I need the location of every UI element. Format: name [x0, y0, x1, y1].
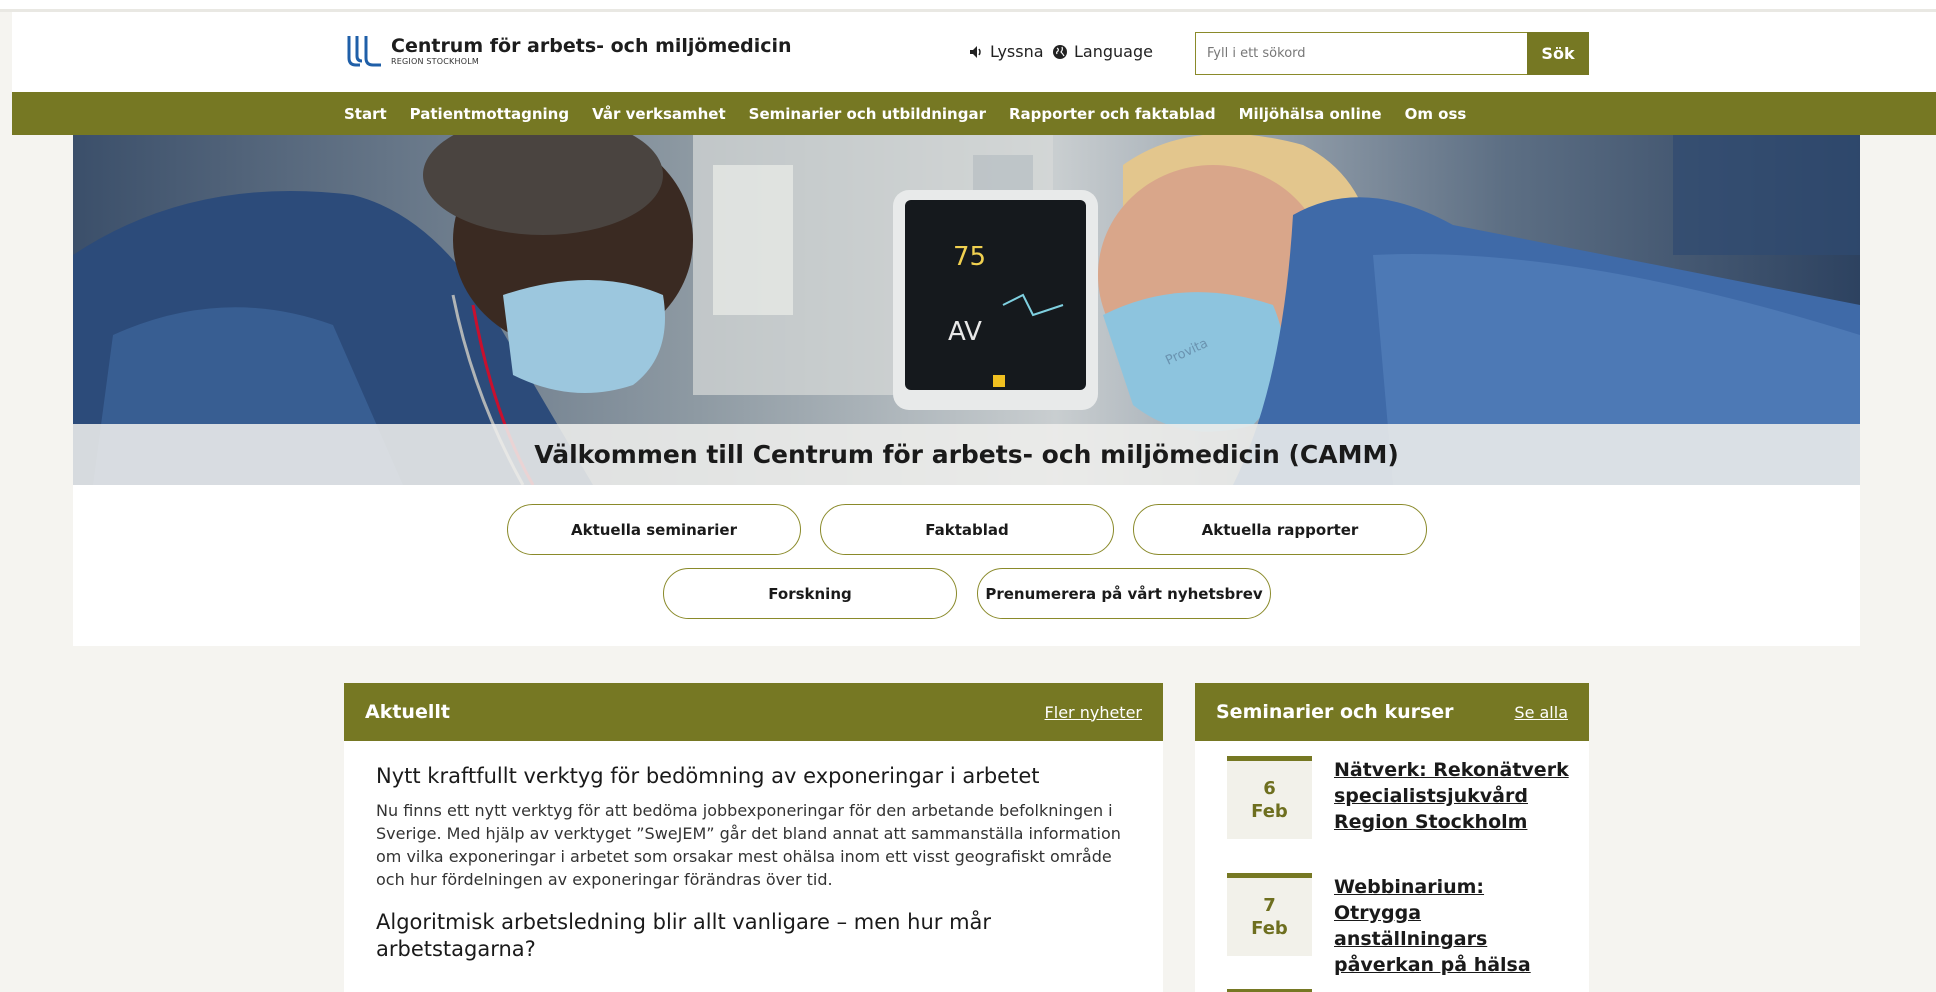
- nav-item-start[interactable]: Start: [344, 105, 387, 123]
- search-input[interactable]: [1195, 32, 1527, 75]
- news-item-text: Nu finns ett nytt verktyg för att bedöma…: [376, 801, 1121, 889]
- date-day: 6: [1263, 778, 1276, 799]
- search-button[interactable]: Sök: [1527, 32, 1589, 75]
- language-label: Language: [1074, 42, 1153, 61]
- seminars-heading: Seminarier och kurser: [1216, 701, 1454, 723]
- hero-title: Välkommen till Centrum för arbets- och m…: [534, 440, 1399, 469]
- news-item-title: Algoritmisk arbetsledning blir allt vanl…: [376, 910, 992, 961]
- seminar-item[interactable]: 6 Feb Nätverk: Rekonätverk specialistsju…: [1195, 741, 1589, 858]
- monitor-value: 75: [953, 242, 986, 272]
- main-navigation: Start Patientmottagning Vår verksamhet S…: [12, 92, 1936, 135]
- site-logo[interactable]: Centrum för arbets- och miljömedicin REG…: [345, 34, 792, 68]
- listen-button[interactable]: Lyssna: [968, 42, 1044, 61]
- hero-banner: 75 AV Provita Välkommen till Centrum för…: [73, 135, 1860, 485]
- top-strip: [0, 0, 1936, 12]
- news-panel: Aktuellt Fler nyheter Nytt kraftfullt ve…: [344, 683, 1163, 992]
- quicklink-forskning[interactable]: Forskning: [663, 568, 957, 619]
- quicklink-aktuella-seminarier[interactable]: Aktuella seminarier: [507, 504, 801, 555]
- nav-item-seminarier[interactable]: Seminarier och utbildningar: [749, 105, 986, 123]
- date-month: Feb: [1251, 918, 1288, 939]
- nav-item-var-verksamhet[interactable]: Vår verksamhet: [592, 105, 726, 123]
- nav-item-rapporter[interactable]: Rapporter och faktablad: [1009, 105, 1216, 123]
- quicklink-nyhetsbrev[interactable]: Prenumerera på vårt nyhetsbrev: [977, 568, 1271, 619]
- news-header: Aktuellt Fler nyheter: [344, 683, 1163, 741]
- region-stockholm-logo-icon: [347, 36, 381, 67]
- news-item[interactable]: Nytt kraftfullt verktyg för bedömning av…: [344, 741, 1163, 891]
- seminar-item[interactable]: 7 Feb Webbinarium: Otrygga anställningar…: [1195, 858, 1589, 978]
- seminar-title-link[interactable]: Webbinarium: Otrygga anställningars påve…: [1334, 874, 1569, 978]
- monitor-label: AV: [948, 317, 982, 347]
- news-item-title: Nytt kraftfullt verktyg för bedömning av…: [376, 764, 1040, 788]
- see-all-link[interactable]: Se alla: [1514, 703, 1568, 722]
- seminars-panel: Seminarier och kurser Se alla 6 Feb Nätv…: [1195, 683, 1589, 992]
- more-news-link[interactable]: Fler nyheter: [1045, 703, 1142, 722]
- seminar-title-link[interactable]: Nätverk: Rekonätverk specialistsjukvård …: [1334, 757, 1569, 835]
- logo-subtitle: REGION STOCKHOLM: [391, 57, 479, 66]
- site-header: Centrum för arbets- och miljömedicin REG…: [12, 12, 1936, 92]
- quicklinks: Aktuella seminarier Faktablad Aktuella r…: [73, 485, 1860, 646]
- listen-label: Lyssna: [990, 42, 1044, 61]
- globe-icon: [1053, 44, 1067, 59]
- quicklink-faktablad[interactable]: Faktablad: [820, 504, 1114, 555]
- hero-caption: Välkommen till Centrum för arbets- och m…: [73, 424, 1860, 485]
- speaker-icon: [970, 45, 981, 58]
- nav-item-miljohalsa[interactable]: Miljöhälsa online: [1239, 105, 1382, 123]
- nav-item-patientmottagning[interactable]: Patientmottagning: [410, 105, 569, 123]
- logo-name: Centrum för arbets- och miljömedicin: [391, 35, 792, 57]
- date-day: 7: [1263, 895, 1276, 916]
- date-badge: 6 Feb: [1227, 756, 1312, 839]
- search-form: Sök: [1195, 32, 1589, 75]
- news-item[interactable]: Algoritmisk arbetsledning blir allt vanl…: [344, 891, 1163, 963]
- nav-item-om-oss[interactable]: Om oss: [1405, 105, 1467, 123]
- quicklink-aktuella-rapporter[interactable]: Aktuella rapporter: [1133, 504, 1427, 555]
- news-heading: Aktuellt: [365, 701, 450, 723]
- language-button[interactable]: Language: [1052, 42, 1153, 61]
- date-badge: 7 Feb: [1227, 873, 1312, 956]
- seminars-header: Seminarier och kurser Se alla: [1195, 683, 1589, 741]
- date-month: Feb: [1251, 801, 1288, 822]
